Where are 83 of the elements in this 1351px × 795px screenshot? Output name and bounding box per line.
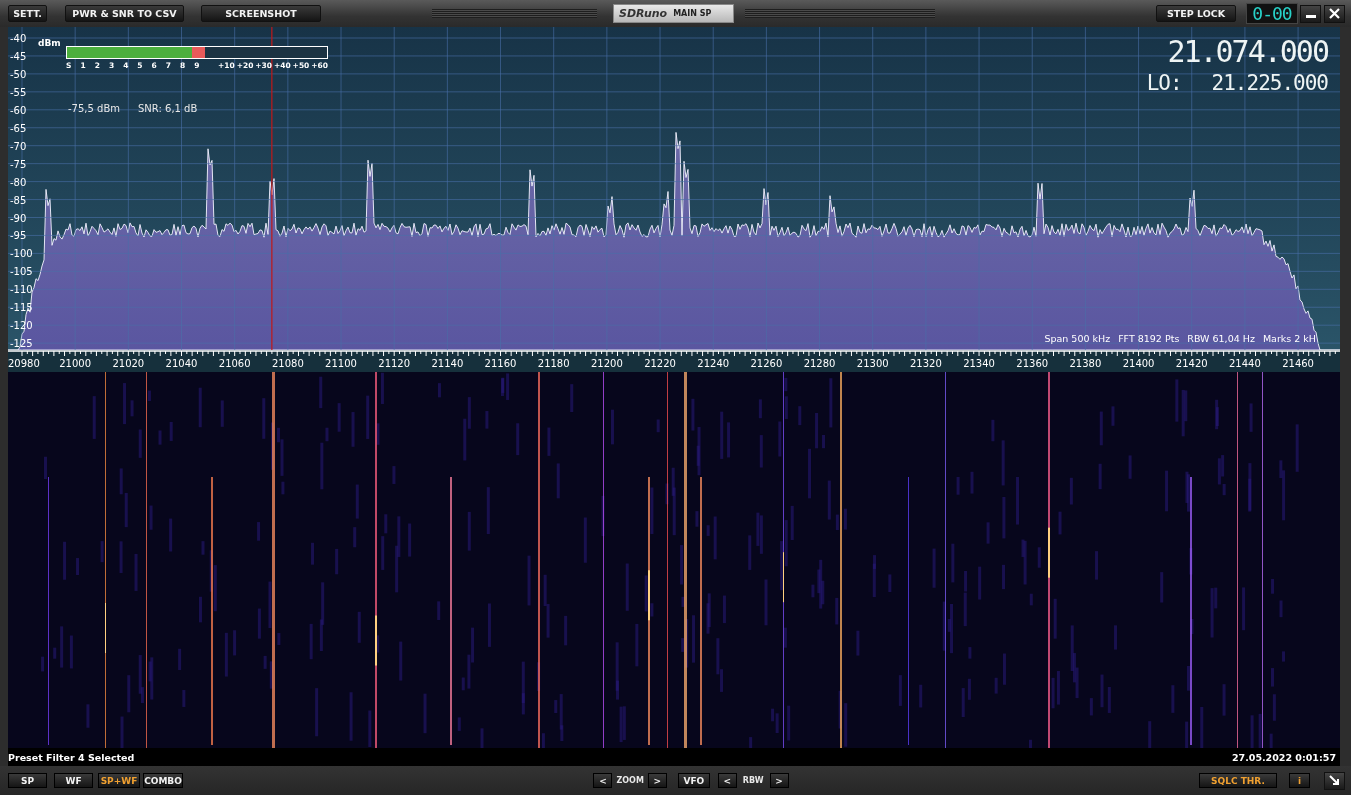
lo-frequency: 21.225.000: [1211, 70, 1328, 96]
y-axis-label: -95: [10, 230, 27, 242]
mode-label: MAIN SP: [673, 9, 712, 18]
y-axis-label: -125: [10, 338, 33, 350]
y-axis-label: -60: [10, 104, 27, 116]
y-axis-label: -85: [10, 194, 27, 206]
x-axis-label: 21240: [697, 358, 730, 369]
x-axis-label: 21400: [1122, 358, 1155, 369]
y-axis-label: -100: [10, 248, 33, 260]
spectrum-info-text: RBW 61,04 Hz: [1187, 333, 1255, 344]
x-axis-label: 21140: [431, 358, 464, 369]
snr-readout: SNR: 6,1 dB: [138, 103, 198, 114]
x-axis-label: 21460: [1282, 358, 1314, 369]
toolbar-button[interactable]: PWR & SNR TO CSV: [65, 5, 184, 22]
y-axis-label: -120: [10, 320, 33, 332]
x-axis-label: 21180: [537, 358, 570, 369]
x-axis-label: 21060: [218, 358, 251, 369]
x-axis-label: 21000: [59, 358, 92, 369]
arrow-icon: [1329, 775, 1340, 786]
x-axis-label: 21220: [644, 358, 676, 369]
grip-icon: [745, 9, 935, 18]
close-button[interactable]: [1324, 4, 1345, 23]
lo-label: LO:: [1146, 70, 1182, 96]
close-icon: [1329, 8, 1340, 19]
power-readout: -75,5 dBm: [68, 103, 120, 114]
x-axis-label: 21080: [271, 358, 304, 369]
x-axis-label: 21260: [750, 358, 783, 369]
x-axis-label: 21300: [856, 358, 889, 369]
zoom-in-button[interactable]: >: [647, 773, 667, 788]
y-axis-label: -50: [10, 68, 27, 80]
x-axis-label: 21040: [165, 358, 198, 369]
grip-icon: [432, 9, 597, 18]
y-axis-label: -55: [10, 86, 27, 98]
app-logo: SDRuno: [619, 7, 668, 20]
x-axis-label: 21280: [803, 358, 836, 369]
x-axis-label: 21440: [1229, 358, 1261, 369]
x-axis-label: 21100: [325, 358, 357, 369]
toolbar-button[interactable]: SETT.: [8, 5, 47, 22]
resize-button[interactable]: [1324, 771, 1345, 790]
x-axis-label: 21360: [1016, 358, 1049, 369]
y-axis-label: -80: [10, 176, 27, 188]
x-axis-label: 21320: [910, 358, 942, 369]
x-axis-label: 20980: [8, 358, 40, 369]
vfo-button[interactable]: VFO: [677, 773, 710, 788]
x-axis-label: 21160: [484, 358, 517, 369]
y-axis-label: -90: [10, 212, 27, 224]
minimize-icon: [1305, 15, 1316, 18]
step-lock-button[interactable]: STEP LOCK: [1156, 5, 1236, 22]
rbw-increase-button[interactable]: >: [769, 773, 789, 788]
x-axis-label: 21340: [963, 358, 995, 369]
x-axis-label: 21200: [590, 358, 623, 369]
status-message: Preset Filter 4 Selected: [8, 751, 135, 763]
spectrum-info-text: FFT 8192 Pts: [1118, 333, 1180, 344]
x-axis-label: 21120: [378, 358, 411, 369]
x-axis-label: 21420: [1175, 358, 1208, 369]
view-mode-button[interactable]: SP+WF: [98, 773, 140, 788]
view-mode-button[interactable]: SP: [8, 773, 47, 788]
view-mode-button[interactable]: COMBO: [143, 773, 183, 788]
spectrum-info-text: Span 500 kHz: [1044, 333, 1111, 344]
y-axis-label: -40: [10, 33, 27, 44]
y-axis-label: -105: [10, 266, 33, 278]
y-axis-label: -65: [10, 122, 27, 134]
y-axis-label: -115: [10, 302, 33, 314]
squelch-threshold-button[interactable]: SQLC THR.: [1199, 773, 1277, 788]
y-axis-label: -45: [10, 50, 27, 62]
unit-label: dBm: [38, 38, 61, 48]
y-axis-label: -75: [10, 158, 27, 170]
zoom-out-button[interactable]: <: [593, 773, 613, 788]
rbw-label: RBW: [742, 776, 764, 785]
info-button[interactable]: i: [1289, 773, 1310, 788]
zoom-label: ZOOM: [616, 776, 644, 785]
y-axis-label: -110: [10, 284, 33, 296]
digital-counter: 0-00: [1246, 3, 1298, 24]
spectrum-info-text: Marks 2 kH: [1262, 333, 1316, 344]
date-time: 27.05.2022 0:01:57: [1231, 751, 1336, 763]
rbw-decrease-button[interactable]: <: [717, 773, 737, 788]
y-axis-label: -70: [10, 140, 27, 152]
x-axis-label: 21380: [1069, 358, 1102, 369]
x-axis-label: 21020: [112, 358, 145, 369]
view-mode-button[interactable]: WF: [54, 773, 93, 788]
minimize-button[interactable]: [1300, 4, 1321, 23]
toolbar-button[interactable]: SCREENSHOT: [201, 5, 321, 22]
frequency-display: 21.074.000: [1167, 34, 1328, 70]
